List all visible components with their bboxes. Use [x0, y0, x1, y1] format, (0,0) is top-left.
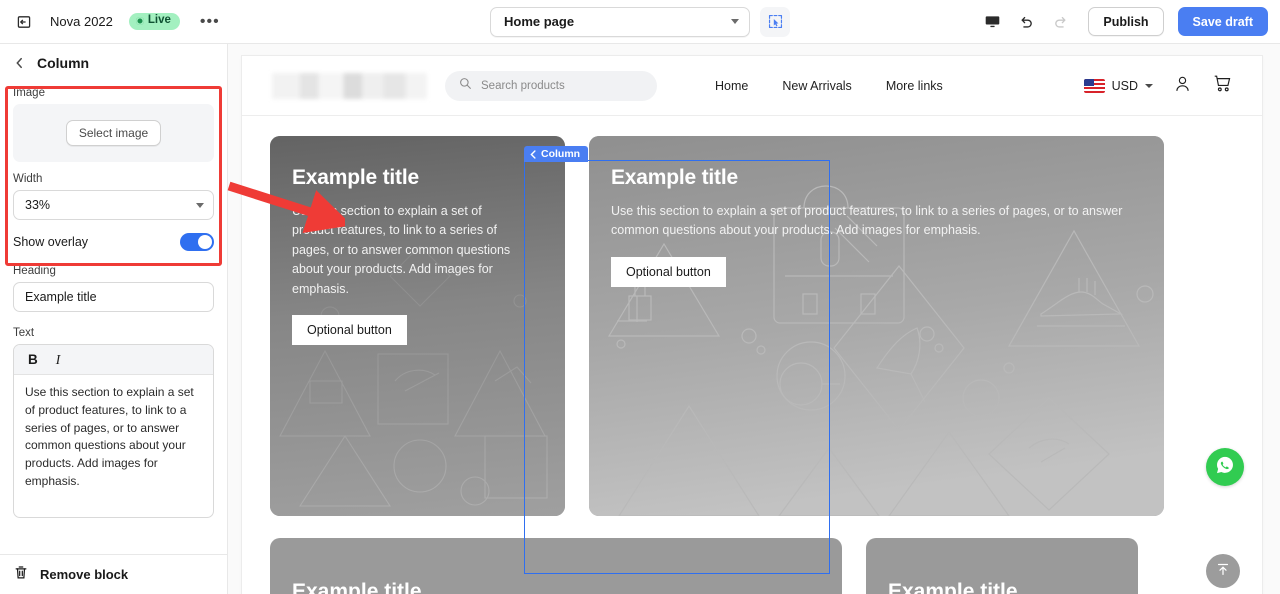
- redo-button[interactable]: [1046, 8, 1074, 36]
- status-badge-label: Live: [147, 14, 171, 27]
- sidebar-body: Image Select image Width 33% Show overla…: [0, 87, 227, 518]
- whatsapp-icon: [1214, 454, 1236, 481]
- richtext-toolbar: B I: [14, 345, 213, 375]
- chevron-down-icon: [196, 202, 204, 208]
- heading-field-label: Heading: [13, 265, 56, 277]
- exit-editor-button[interactable]: [10, 8, 38, 36]
- us-flag-icon: [1083, 78, 1105, 93]
- column-block-1-content: Example title Use this section to explai…: [270, 136, 565, 345]
- width-select[interactable]: 33%: [13, 190, 214, 220]
- editor-canvas: Search products Home New Arrivals More l…: [228, 44, 1280, 594]
- bold-button[interactable]: B: [28, 352, 38, 367]
- multicolumn-section-below: Example title Example title: [270, 538, 1234, 594]
- search-placeholder: Search products: [481, 79, 565, 92]
- text-richtext-editor: B I Use this section to explain a set of…: [13, 344, 214, 518]
- storefront-nav: Home New Arrivals More links: [715, 79, 943, 93]
- remove-block-label: Remove block: [40, 567, 129, 582]
- desktop-preview-button[interactable]: [978, 8, 1006, 36]
- page-selector-value: Home page: [504, 14, 575, 29]
- show-overlay-row: Show overlay: [13, 233, 214, 251]
- status-badge: Live: [128, 13, 180, 30]
- show-overlay-toggle[interactable]: [180, 233, 214, 251]
- live-dot-icon: [135, 17, 144, 25]
- column-heading: Example title: [611, 166, 738, 189]
- column-block-3[interactable]: Example title: [270, 538, 842, 594]
- column-optional-button[interactable]: Optional button: [611, 256, 726, 287]
- image-dropzone[interactable]: Select image: [13, 104, 214, 162]
- topbar-center-group: Home page: [490, 6, 790, 37]
- store-logo[interactable]: [272, 72, 427, 99]
- width-field-label: Width: [13, 173, 43, 185]
- scroll-to-top-button[interactable]: [1206, 554, 1240, 588]
- trash-icon: [14, 565, 28, 585]
- sidebar-title: Column: [37, 54, 90, 71]
- publish-button[interactable]: Publish: [1088, 7, 1164, 36]
- storefront-page-body: Example title Use this section to explai…: [242, 116, 1262, 594]
- column-text: Use this section to explain a set of pro…: [292, 204, 511, 296]
- column-block-2-content: Example title Use this section to explai…: [589, 136, 1164, 287]
- page-selector[interactable]: Home page: [490, 6, 750, 37]
- nav-link-home[interactable]: Home: [715, 79, 748, 93]
- currency-selector[interactable]: USD: [1083, 78, 1153, 93]
- currency-label: USD: [1111, 78, 1138, 93]
- more-options-button[interactable]: •••: [194, 10, 226, 34]
- storefront-header: Search products Home New Arrivals More l…: [242, 56, 1262, 116]
- column-block-4[interactable]: Example title: [866, 538, 1138, 594]
- column-heading: Example title: [292, 166, 419, 189]
- chevron-down-icon: [731, 19, 739, 24]
- editor-top-bar: Nova 2022 Live ••• Home page Publish Sav…: [0, 0, 1280, 44]
- account-icon[interactable]: [1173, 74, 1192, 98]
- italic-button[interactable]: I: [56, 352, 61, 368]
- search-products-input[interactable]: Search products: [445, 70, 657, 101]
- column-heading: Example title: [888, 580, 1018, 594]
- richtext-textarea[interactable]: Use this section to explain a set of pro…: [14, 375, 213, 517]
- block-settings-sidebar: Column Image Select image Width 33% Show…: [0, 44, 228, 594]
- chevron-down-icon: [1145, 83, 1153, 88]
- remove-block-button[interactable]: Remove block: [0, 554, 227, 594]
- multicolumn-section: Example title Use this section to explai…: [270, 136, 1234, 516]
- chevron-left-icon: [530, 149, 536, 159]
- undo-button[interactable]: [1012, 8, 1040, 36]
- toggle-knob: [198, 235, 212, 249]
- column-heading: Example title: [292, 580, 422, 594]
- sidebar-header: Column: [0, 44, 227, 81]
- selected-block-tag[interactable]: Column: [524, 146, 589, 162]
- image-field-label: Image: [13, 87, 45, 99]
- text-field-label: Text: [13, 327, 35, 339]
- show-overlay-label: Show overlay: [13, 235, 89, 249]
- cart-icon[interactable]: [1212, 73, 1232, 98]
- storefront-header-actions: USD: [1083, 73, 1232, 98]
- whatsapp-chat-button[interactable]: [1206, 448, 1244, 486]
- heading-input[interactable]: Example title: [13, 282, 214, 312]
- selected-block-tag-label: Column: [541, 148, 581, 160]
- column-optional-button[interactable]: Optional button: [292, 314, 407, 345]
- select-element-button[interactable]: [760, 6, 790, 37]
- search-icon: [459, 77, 472, 95]
- nav-link-more-links[interactable]: More links: [886, 79, 943, 93]
- column-text: Use this section to explain a set of pro…: [611, 204, 1123, 238]
- column-block-1[interactable]: Example title Use this section to explai…: [270, 136, 565, 516]
- topbar-left-group: Nova 2022 Live •••: [0, 8, 226, 36]
- nav-link-new-arrivals[interactable]: New Arrivals: [782, 79, 851, 93]
- shop-name: Nova 2022: [50, 14, 113, 29]
- column-block-2[interactable]: Example title Use this section to explai…: [589, 136, 1164, 516]
- topbar-right-group: Publish Save draft: [978, 7, 1268, 36]
- storefront-preview: Search products Home New Arrivals More l…: [242, 56, 1262, 594]
- width-select-value: 33%: [25, 198, 51, 212]
- chevron-left-icon[interactable]: [14, 56, 25, 70]
- select-image-button[interactable]: Select image: [65, 120, 162, 146]
- arrow-up-icon: [1215, 561, 1231, 582]
- save-draft-button[interactable]: Save draft: [1177, 7, 1268, 36]
